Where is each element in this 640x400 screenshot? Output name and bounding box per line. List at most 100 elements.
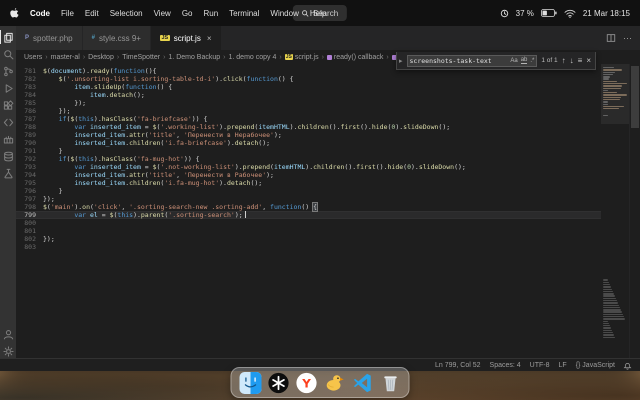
code-line[interactable]: 784 item.detach(); [16, 91, 601, 99]
code-line[interactable]: 782 $('.unsorting-list i.sorting-table-t… [16, 75, 601, 83]
line-number[interactable]: 795 [16, 179, 43, 187]
menu-terminal[interactable]: Terminal [229, 9, 259, 18]
line-number[interactable]: 802 [16, 235, 43, 243]
line-number[interactable]: 786 [16, 107, 43, 115]
menu-file[interactable]: File [61, 9, 74, 18]
line-number[interactable]: 798 [16, 203, 43, 211]
run-debug-icon[interactable] [0, 81, 16, 95]
code-line[interactable]: 786 }); [16, 107, 601, 115]
line-number[interactable]: 781 [16, 67, 43, 75]
code-line[interactable]: 796 } [16, 187, 601, 195]
scrollbar-thumb[interactable] [631, 66, 639, 128]
spotlight-search[interactable]: Search [292, 5, 348, 21]
line-number[interactable]: 794 [16, 171, 43, 179]
find-toggle-replace-icon[interactable]: ▸ [399, 57, 403, 65]
menu-view[interactable]: View [154, 9, 171, 18]
dock-chatgpt-icon[interactable] [267, 371, 290, 394]
containers-icon[interactable] [0, 132, 16, 146]
remote-icon[interactable] [0, 115, 16, 129]
breadcrumb-item-1-demo-backup[interactable]: 1. Demo Backup [168, 54, 220, 61]
code-line[interactable]: 783 item.slideUp(function() { [16, 83, 601, 91]
explorer-icon[interactable] [0, 30, 16, 44]
code-line[interactable]: 803 [16, 243, 601, 251]
status-javascript[interactable]: {} JavaScript [576, 362, 615, 369]
code-line[interactable]: 787 if($(this).hasClass('fa-briefcase'))… [16, 115, 601, 123]
code-line[interactable]: 790 inserted_item.children('i.fa-briefca… [16, 139, 601, 147]
tab-close-icon[interactable]: × [207, 34, 212, 43]
breadcrumb-item-ready-callback[interactable]: ready() callback [326, 54, 383, 61]
split-editor-icon[interactable] [606, 33, 616, 43]
whole-word-icon[interactable]: ab [520, 57, 528, 64]
breadcrumb-item-desktop[interactable]: Desktop [88, 54, 114, 61]
menu-run[interactable]: Run [203, 9, 218, 18]
line-number[interactable]: 787 [16, 115, 43, 123]
line-number[interactable]: 797 [16, 195, 43, 203]
find-close-icon[interactable]: × [586, 56, 591, 65]
code-line[interactable]: 788 var inserted_item = $('.working-list… [16, 123, 601, 131]
line-number[interactable]: 791 [16, 147, 43, 155]
line-number[interactable]: 793 [16, 163, 43, 171]
notifications-bell-icon[interactable] [623, 361, 632, 370]
app-menu[interactable]: Code [30, 9, 50, 18]
code-line[interactable]: 789 inserted_item.attr('title', 'Перенес… [16, 131, 601, 139]
breadcrumb-item-script-js[interactable]: JS script.js [284, 54, 319, 61]
code-line[interactable]: 800 [16, 219, 601, 227]
line-number[interactable]: 801 [16, 227, 43, 235]
line-number[interactable]: 800 [16, 219, 43, 227]
testing-icon[interactable] [0, 166, 16, 180]
status-spaces-4[interactable]: Spaces: 4 [490, 362, 521, 369]
breadcrumb-item-timespotter[interactable]: TimeSpotter [122, 54, 160, 61]
dock-vscode-icon[interactable] [351, 371, 374, 394]
line-number[interactable]: 788 [16, 123, 43, 131]
dock-finder-icon[interactable] [239, 371, 262, 394]
status-utf-8[interactable]: UTF-8 [530, 362, 550, 369]
tab-style-css-9[interactable]: # style.css 9+ [82, 26, 151, 50]
code-line[interactable]: 793 var inserted_item = $('.not-working-… [16, 163, 601, 171]
line-number[interactable]: 783 [16, 83, 43, 91]
settings-icon[interactable] [0, 344, 16, 358]
battery-icon[interactable] [540, 9, 557, 17]
extensions-icon[interactable] [0, 98, 16, 112]
dock-yandex-icon[interactable]: Y [295, 371, 318, 394]
line-number[interactable]: 796 [16, 187, 43, 195]
menu-bar-clock[interactable]: 21 Mar 18:15 [583, 9, 630, 18]
find-in-selection-icon[interactable]: ≡ [578, 56, 583, 65]
tab-script-js[interactable]: JS script.js × [150, 26, 222, 50]
breadcrumb-item-1-demo-copy-4[interactable]: 1. demo copy 4 [229, 54, 277, 61]
breadcrumb-item-master-al[interactable]: master-al [51, 54, 80, 61]
code-line[interactable]: 785 }); [16, 99, 601, 107]
menubar-extra-icon[interactable] [500, 9, 509, 18]
database-icon[interactable] [0, 149, 16, 163]
breadcrumb-item-users[interactable]: Users [24, 54, 42, 61]
line-number[interactable]: 782 [16, 75, 43, 83]
code-line[interactable]: 791 } [16, 147, 601, 155]
wifi-icon[interactable] [564, 9, 576, 18]
line-number[interactable]: 784 [16, 91, 43, 99]
code-line[interactable]: 797}); [16, 195, 601, 203]
code-area[interactable]: 781 $(document).ready(function(){782 $('.… [16, 64, 601, 358]
account-icon[interactable] [0, 327, 16, 341]
scrollbar[interactable] [629, 64, 640, 358]
find-input[interactable] [409, 56, 508, 65]
find-previous-icon[interactable]: ↑ [562, 56, 566, 65]
line-number[interactable]: 790 [16, 139, 43, 147]
match-case-icon[interactable]: Aa [510, 58, 517, 64]
dock-cyberduck-icon[interactable] [323, 371, 346, 394]
tab-spotter-php[interactable]: Pspotter.php [16, 26, 83, 50]
dock-trash-icon[interactable] [379, 371, 402, 394]
menu-edit[interactable]: Edit [85, 9, 99, 18]
find-next-icon[interactable]: ↓ [570, 56, 574, 65]
apple-menu-icon[interactable] [10, 7, 19, 20]
status-lf[interactable]: LF [559, 362, 567, 369]
code-line[interactable]: 795 inserted_item.children('i.fa-mug-hot… [16, 179, 601, 187]
line-number[interactable]: 785 [16, 99, 43, 107]
menu-go[interactable]: Go [182, 9, 193, 18]
line-number[interactable]: 803 [16, 243, 43, 251]
code-line[interactable]: 798 $('main').on('click', '.sorting-searc… [16, 202, 601, 212]
line-number[interactable]: 789 [16, 131, 43, 139]
line-number[interactable]: 799 [16, 211, 43, 219]
search-icon[interactable] [0, 47, 16, 61]
line-number[interactable]: 792 [16, 155, 43, 163]
code-line[interactable]: 801 [16, 227, 601, 235]
regex-icon[interactable]: .* [530, 58, 534, 64]
